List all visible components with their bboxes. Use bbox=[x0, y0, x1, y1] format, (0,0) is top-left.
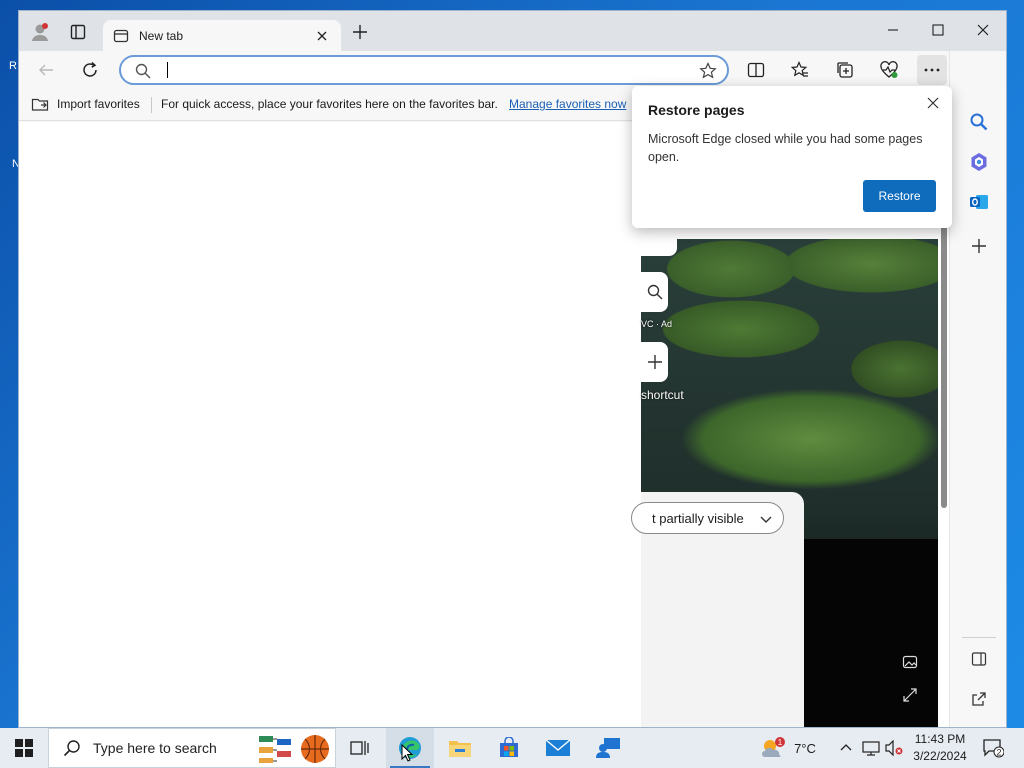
favorites-divider bbox=[151, 97, 152, 113]
quick-link-tile[interactable] bbox=[641, 230, 677, 256]
collections-button[interactable] bbox=[830, 55, 860, 85]
folder-icon bbox=[449, 741, 471, 757]
weather-alert-badge: 1 bbox=[778, 738, 783, 747]
close-icon[interactable] bbox=[922, 92, 944, 114]
search-icon bbox=[647, 284, 662, 300]
mail-icon bbox=[545, 739, 571, 756]
add-favorite-star-icon[interactable] bbox=[699, 62, 717, 83]
sidebar-settings-gear-icon[interactable] bbox=[964, 721, 994, 727]
browser-essentials-button[interactable] bbox=[874, 55, 904, 85]
remote-desktop-icon bbox=[596, 738, 620, 758]
taskbar-clock[interactable]: 11:43 PM 3/22/2024 bbox=[904, 731, 976, 765]
taskbar-edge-button[interactable] bbox=[386, 728, 434, 768]
taskbar-search-box[interactable]: Type here to search bbox=[48, 728, 336, 768]
show-hidden-icons-chevron-up-icon[interactable] bbox=[836, 728, 856, 768]
feed-layout-dropdown[interactable]: t partially visible bbox=[631, 502, 784, 534]
close-tab-icon[interactable] bbox=[313, 27, 331, 45]
mouse-cursor-icon bbox=[401, 744, 413, 762]
search-highlight-icon bbox=[259, 735, 329, 763]
search-icon bbox=[63, 740, 80, 757]
clock-date: 3/22/2024 bbox=[913, 749, 967, 763]
expand-icon[interactable] bbox=[898, 683, 922, 707]
volume-muted-icon[interactable] bbox=[883, 728, 905, 768]
windows-logo-icon bbox=[15, 739, 33, 757]
split-screen-button[interactable] bbox=[741, 55, 771, 85]
new-tab-button[interactable] bbox=[347, 19, 373, 45]
task-view-button[interactable] bbox=[336, 728, 384, 768]
desktop-icon-label: R bbox=[9, 60, 17, 72]
taskbar-file-explorer-button[interactable] bbox=[436, 728, 484, 768]
tab-actions-icon[interactable] bbox=[65, 19, 91, 45]
restore-dialog-message: Microsoft Edge closed while you had some… bbox=[648, 132, 923, 164]
text-caret bbox=[167, 62, 168, 78]
start-button[interactable] bbox=[0, 728, 48, 768]
address-bar[interactable] bbox=[119, 55, 729, 85]
search-icon bbox=[135, 63, 151, 82]
clock-time: 11:43 PM bbox=[914, 732, 966, 746]
weather-widget[interactable]: 1 bbox=[758, 728, 788, 768]
add-shortcut-label: shortcut bbox=[641, 388, 684, 402]
import-favorites-button[interactable]: Import favorites bbox=[31, 96, 140, 112]
feed-layout-value: t partially visible bbox=[652, 510, 744, 526]
weather-cloud-icon: 1 bbox=[762, 737, 785, 757]
sidebar-tools-icon[interactable] bbox=[964, 147, 994, 177]
address-input[interactable] bbox=[167, 60, 687, 80]
minimize-button[interactable] bbox=[871, 15, 915, 45]
title-bar: New tab bbox=[19, 11, 1006, 51]
image-info-icon[interactable] bbox=[898, 650, 922, 674]
settings-and-more-button[interactable] bbox=[917, 55, 947, 85]
profile-icon[interactable] bbox=[27, 19, 53, 45]
task-view-icon bbox=[350, 741, 369, 755]
restore-pages-dialog: Restore pages Microsoft Edge closed whil… bbox=[632, 86, 952, 228]
notification-count: 2 bbox=[996, 748, 1001, 758]
weather-temperature: 7°C bbox=[794, 740, 816, 756]
tab-new-tab[interactable]: New tab bbox=[103, 20, 341, 51]
new-tab-page-icon bbox=[113, 29, 129, 42]
favorites-bar-hint: For quick access, place your favorites h… bbox=[161, 97, 498, 111]
manage-favorites-link[interactable]: Manage favorites now bbox=[509, 97, 626, 111]
sidebar-search-icon[interactable] bbox=[964, 107, 994, 137]
network-icon[interactable] bbox=[860, 728, 882, 768]
tab-title: New tab bbox=[139, 28, 184, 43]
ad-tile-label: VC · Ad bbox=[641, 319, 673, 329]
import-favorites-label: Import favorites bbox=[57, 97, 140, 111]
restore-button[interactable]: Restore bbox=[863, 180, 936, 212]
chevron-down-icon bbox=[760, 516, 772, 523]
import-folder-icon bbox=[31, 98, 49, 111]
hide-sidebar-icon[interactable] bbox=[964, 644, 994, 674]
favorites-button[interactable] bbox=[785, 55, 815, 85]
close-window-button[interactable] bbox=[961, 15, 1005, 45]
back-button[interactable] bbox=[31, 55, 61, 85]
toolbar bbox=[19, 51, 1006, 89]
ad-tile[interactable] bbox=[641, 272, 668, 312]
edge-sidebar bbox=[949, 51, 1006, 727]
taskbar: Type here to search 1 7°C 11:43 PM 3/22/… bbox=[0, 728, 1024, 768]
taskbar-store-button[interactable] bbox=[485, 728, 533, 768]
taskbar-mail-button[interactable] bbox=[534, 728, 582, 768]
maximize-button[interactable] bbox=[916, 15, 960, 45]
plus-icon bbox=[647, 355, 662, 369]
sidebar-divider bbox=[962, 637, 996, 638]
taskbar-search-placeholder: Type here to search bbox=[93, 740, 217, 756]
refresh-button[interactable] bbox=[75, 55, 105, 85]
restore-dialog-title: Restore pages bbox=[648, 102, 745, 118]
taskbar-remote-app-button[interactable] bbox=[584, 728, 632, 768]
store-icon bbox=[500, 737, 518, 757]
sidebar-add-icon[interactable] bbox=[964, 231, 994, 261]
open-external-icon[interactable] bbox=[964, 684, 994, 714]
add-shortcut-button[interactable] bbox=[641, 342, 668, 382]
notification-center-icon[interactable]: 2 bbox=[980, 728, 1006, 768]
sidebar-outlook-icon[interactable] bbox=[964, 187, 994, 217]
